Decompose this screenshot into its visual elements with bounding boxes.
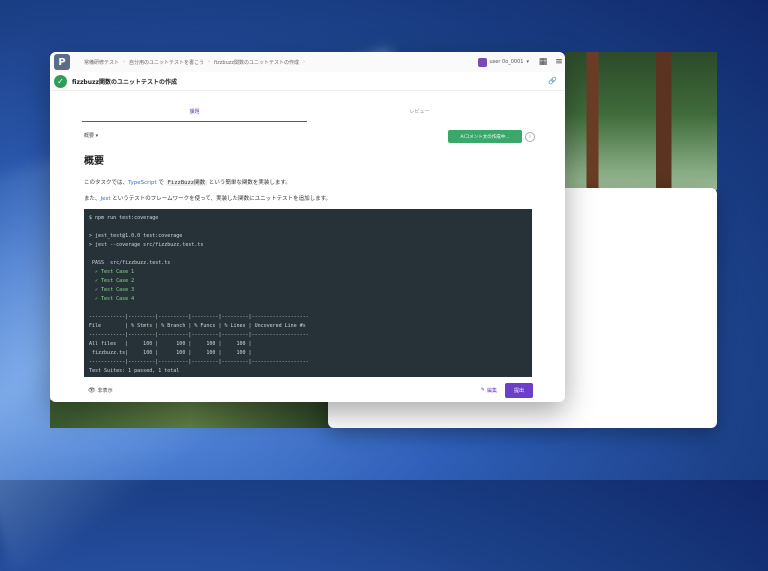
text: このタスクでは、 (84, 180, 129, 186)
hide-button[interactable]: 👁 非表示 (88, 387, 113, 394)
avatar (477, 57, 487, 67)
task-header: ✓ fizzbuzz関数のユニットテストの作成 🔗 (50, 72, 565, 91)
breadcrumb: 常備研修テスト › 自分用のユニットテストを書こう › fizzbuzz関数のユ… (84, 59, 478, 66)
submit-button[interactable]: 提出 (505, 382, 533, 398)
terminal-line: File | % Stmts | % Branch | % Funcs | % … (89, 323, 306, 329)
breadcrumb-separator: › (303, 59, 306, 65)
chevron-down-icon: ▾ (95, 133, 99, 139)
terminal-line: > jest --coverage src/fizzbuzz.test.ts (89, 242, 204, 248)
section-select-value: 概要 (84, 133, 95, 139)
typescript-link[interactable]: TypeScript (128, 180, 157, 186)
terminal-line: ✓ Test Case 2 (89, 278, 135, 284)
terminal-line: All files | 100 | 100 | 100 | 100 | (89, 341, 252, 347)
description-paragraph: また、Jest というテストのフレームワークを使って、実装した関数にユニットテス… (84, 194, 331, 202)
terminal-line: PASS src/fizzbuzz.test.ts (89, 260, 171, 266)
terminal-line: ------------|---------|----------|------… (89, 332, 309, 338)
section-select[interactable]: 概要 ▾ (84, 132, 98, 139)
terminal-line: $ npm run test:coverage (89, 215, 159, 221)
info-icon[interactable]: i (525, 132, 535, 142)
breadcrumb-item[interactable]: fizzbuzz関数のユニットテストの作成 (214, 59, 299, 66)
grid-icon[interactable]: ▦ (537, 56, 549, 68)
check-icon: ✓ (54, 74, 67, 88)
hide-label: 非表示 (97, 387, 113, 394)
pencil-icon: ✎ (480, 387, 485, 393)
tab-task[interactable]: 課題 (82, 108, 307, 122)
background-photo (565, 52, 717, 190)
user-menu[interactable]: user 0o_0001 ▾ (477, 57, 529, 67)
tab-review[interactable]: レビュー (307, 108, 532, 122)
breadcrumb-item[interactable]: 自分用のユニットテストを書こう (129, 59, 204, 66)
bottom-bar: 👁 非表示 ✎ 編集 提出 (50, 378, 565, 402)
breadcrumb-item[interactable]: 常備研修テスト (84, 59, 119, 66)
breadcrumb-separator: › (208, 59, 211, 65)
text: という簡単な関数を実装します。 (207, 180, 291, 186)
app-logo[interactable]: P (54, 54, 70, 70)
edit-button[interactable]: ✎ 編集 (481, 387, 497, 394)
link-icon[interactable]: 🔗 (548, 77, 557, 85)
terminal-line: fizzbuzz.ts| 100 | 100 | 100 | 100 | (89, 350, 252, 356)
terminal-output: $ npm run test:coverage > jest_test@1.0.0… (84, 209, 532, 377)
content-heading: 概要 (84, 156, 104, 167)
terminal-line: > jest_test@1.0.0 test:coverage (89, 233, 183, 239)
terminal-line: Test Suites: 1 passed, 1 total (89, 368, 180, 374)
chevron-down-icon: ▾ (526, 59, 529, 65)
text: また、 (84, 196, 101, 202)
page-title: fizzbuzz関数のユニットテストの作成 (72, 78, 177, 86)
inline-code: FizzBuzz関数 (165, 180, 208, 186)
jest-link[interactable]: Jest (101, 196, 111, 202)
terminal-line: ✓ Test Case 1 (89, 269, 135, 275)
terminal-line: ✓ Test Case 4 (89, 296, 135, 302)
description-paragraph: このタスクでは、TypeScript で FizzBuzz関数 という簡単な関数… (84, 178, 291, 186)
menu-icon[interactable]: ≡ (553, 56, 565, 68)
tab-bar: 課題 レビュー (82, 108, 532, 122)
background-photo-strip (50, 400, 330, 428)
ai-comment-button[interactable]: AIコメント文の作成中... (448, 130, 522, 143)
terminal-line: ------------|---------|----------|------… (89, 359, 309, 365)
terminal-line: ------------|---------|----------|------… (89, 314, 309, 320)
text: というテストのフレームワークを使って、実装した関数にユニットテストを追加します。 (110, 196, 332, 202)
edit-label: 編集 (486, 387, 497, 394)
text: で (156, 180, 166, 186)
eye-off-icon: 👁 (88, 386, 96, 394)
user-name: user 0o_0001 (489, 59, 524, 65)
app-window: P 常備研修テスト › 自分用のユニットテストを書こう › fizzbuzz関数… (50, 52, 565, 402)
top-bar: P 常備研修テスト › 自分用のユニットテストを書こう › fizzbuzz関数… (50, 52, 565, 72)
breadcrumb-separator: › (123, 59, 126, 65)
terminal-line: ✓ Test Case 3 (89, 287, 135, 293)
